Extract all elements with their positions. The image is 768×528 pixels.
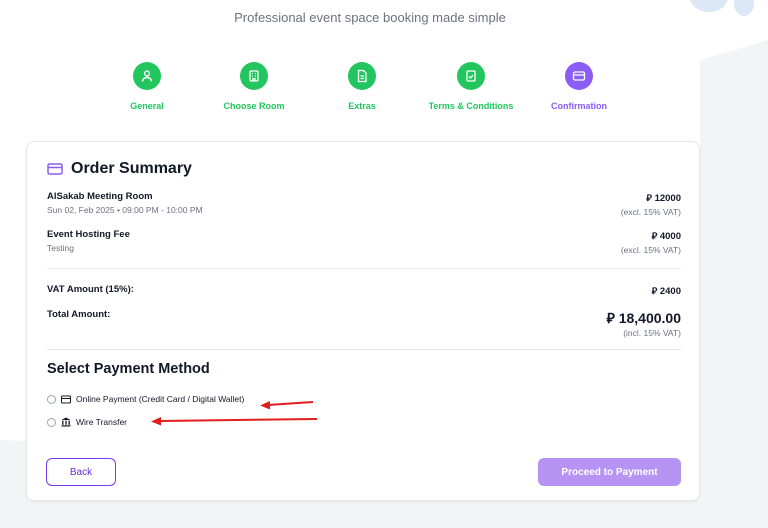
divider [47,268,681,269]
radio-button[interactable] [47,417,56,427]
item-detail: Testing [47,243,74,253]
step-label: Confirmation [551,101,607,111]
building-icon [240,62,268,90]
radio-button[interactable] [47,394,56,404]
order-summary-heading: Order Summary [47,160,192,178]
line-item: AlSakab Meeting Room Sun 02, Feb 2025 • … [47,191,681,217]
step-label: Choose Room [223,101,285,111]
item-detail: Sun 02, Feb 2025 • 09:00 PM - 10:00 PM [47,205,203,215]
payment-option-label: Wire Transfer [76,417,128,427]
vat-value: ⃁ 2400 [651,286,681,297]
step-label: Terms & Conditions [428,101,514,111]
user-icon [133,62,161,90]
document-icon [348,62,376,90]
item-price: ⃁ 4000 [651,231,681,242]
step-choose-room[interactable]: Choose Room [194,62,314,111]
step-terms[interactable]: Terms & Conditions [411,62,531,111]
total-value: ⃁ 18,400.00 [606,310,682,326]
item-vat-note: (excl. 15% VAT) [620,245,681,255]
item-name: Event Hosting Fee [47,229,130,240]
step-confirmation[interactable]: Confirmation [519,62,639,111]
step-label: Extras [348,101,376,111]
card-icon [565,62,593,90]
step-extras[interactable]: Extras [302,62,422,111]
item-price: ⃁ 12000 [646,193,681,204]
total-row: Total Amount: ⃁ 18,400.00 (incl. 15% VAT… [47,309,681,338]
order-summary-title: Order Summary [71,160,192,177]
step-label: General [130,101,164,111]
progress-stepper: General Choose Room Extras Terms & Condi… [0,0,768,130]
payment-option-wire[interactable]: Wire Transfer [47,417,127,427]
payment-option-label: Online Payment (Credit Card / Digital Wa… [76,394,245,404]
credit-card-icon [47,163,63,175]
line-item: Event Hosting Fee Testing ⃁ 4000 (excl. … [47,229,681,255]
step-general[interactable]: General [87,62,207,111]
proceed-to-payment-button[interactable]: Proceed to Payment [538,458,681,486]
item-vat-note: (excl. 15% VAT) [620,207,681,217]
credit-card-icon [61,395,71,403]
vat-row: VAT Amount (15%): ⃁ 2400 [47,284,681,297]
order-summary-card: Order Summary AlSakab Meeting Room Sun 0… [26,141,700,501]
item-name: AlSakab Meeting Room [47,191,153,202]
total-label: Total Amount: [47,309,111,320]
back-button[interactable]: Back [46,458,116,486]
total-vat-note: (incl. 15% VAT) [623,328,681,338]
checklist-icon [457,62,485,90]
vat-label: VAT Amount (15%): [47,284,134,295]
bank-icon [61,417,71,427]
payment-option-online[interactable]: Online Payment (Credit Card / Digital Wa… [47,394,244,404]
divider [47,349,681,350]
payment-method-title: Select Payment Method [47,361,210,377]
